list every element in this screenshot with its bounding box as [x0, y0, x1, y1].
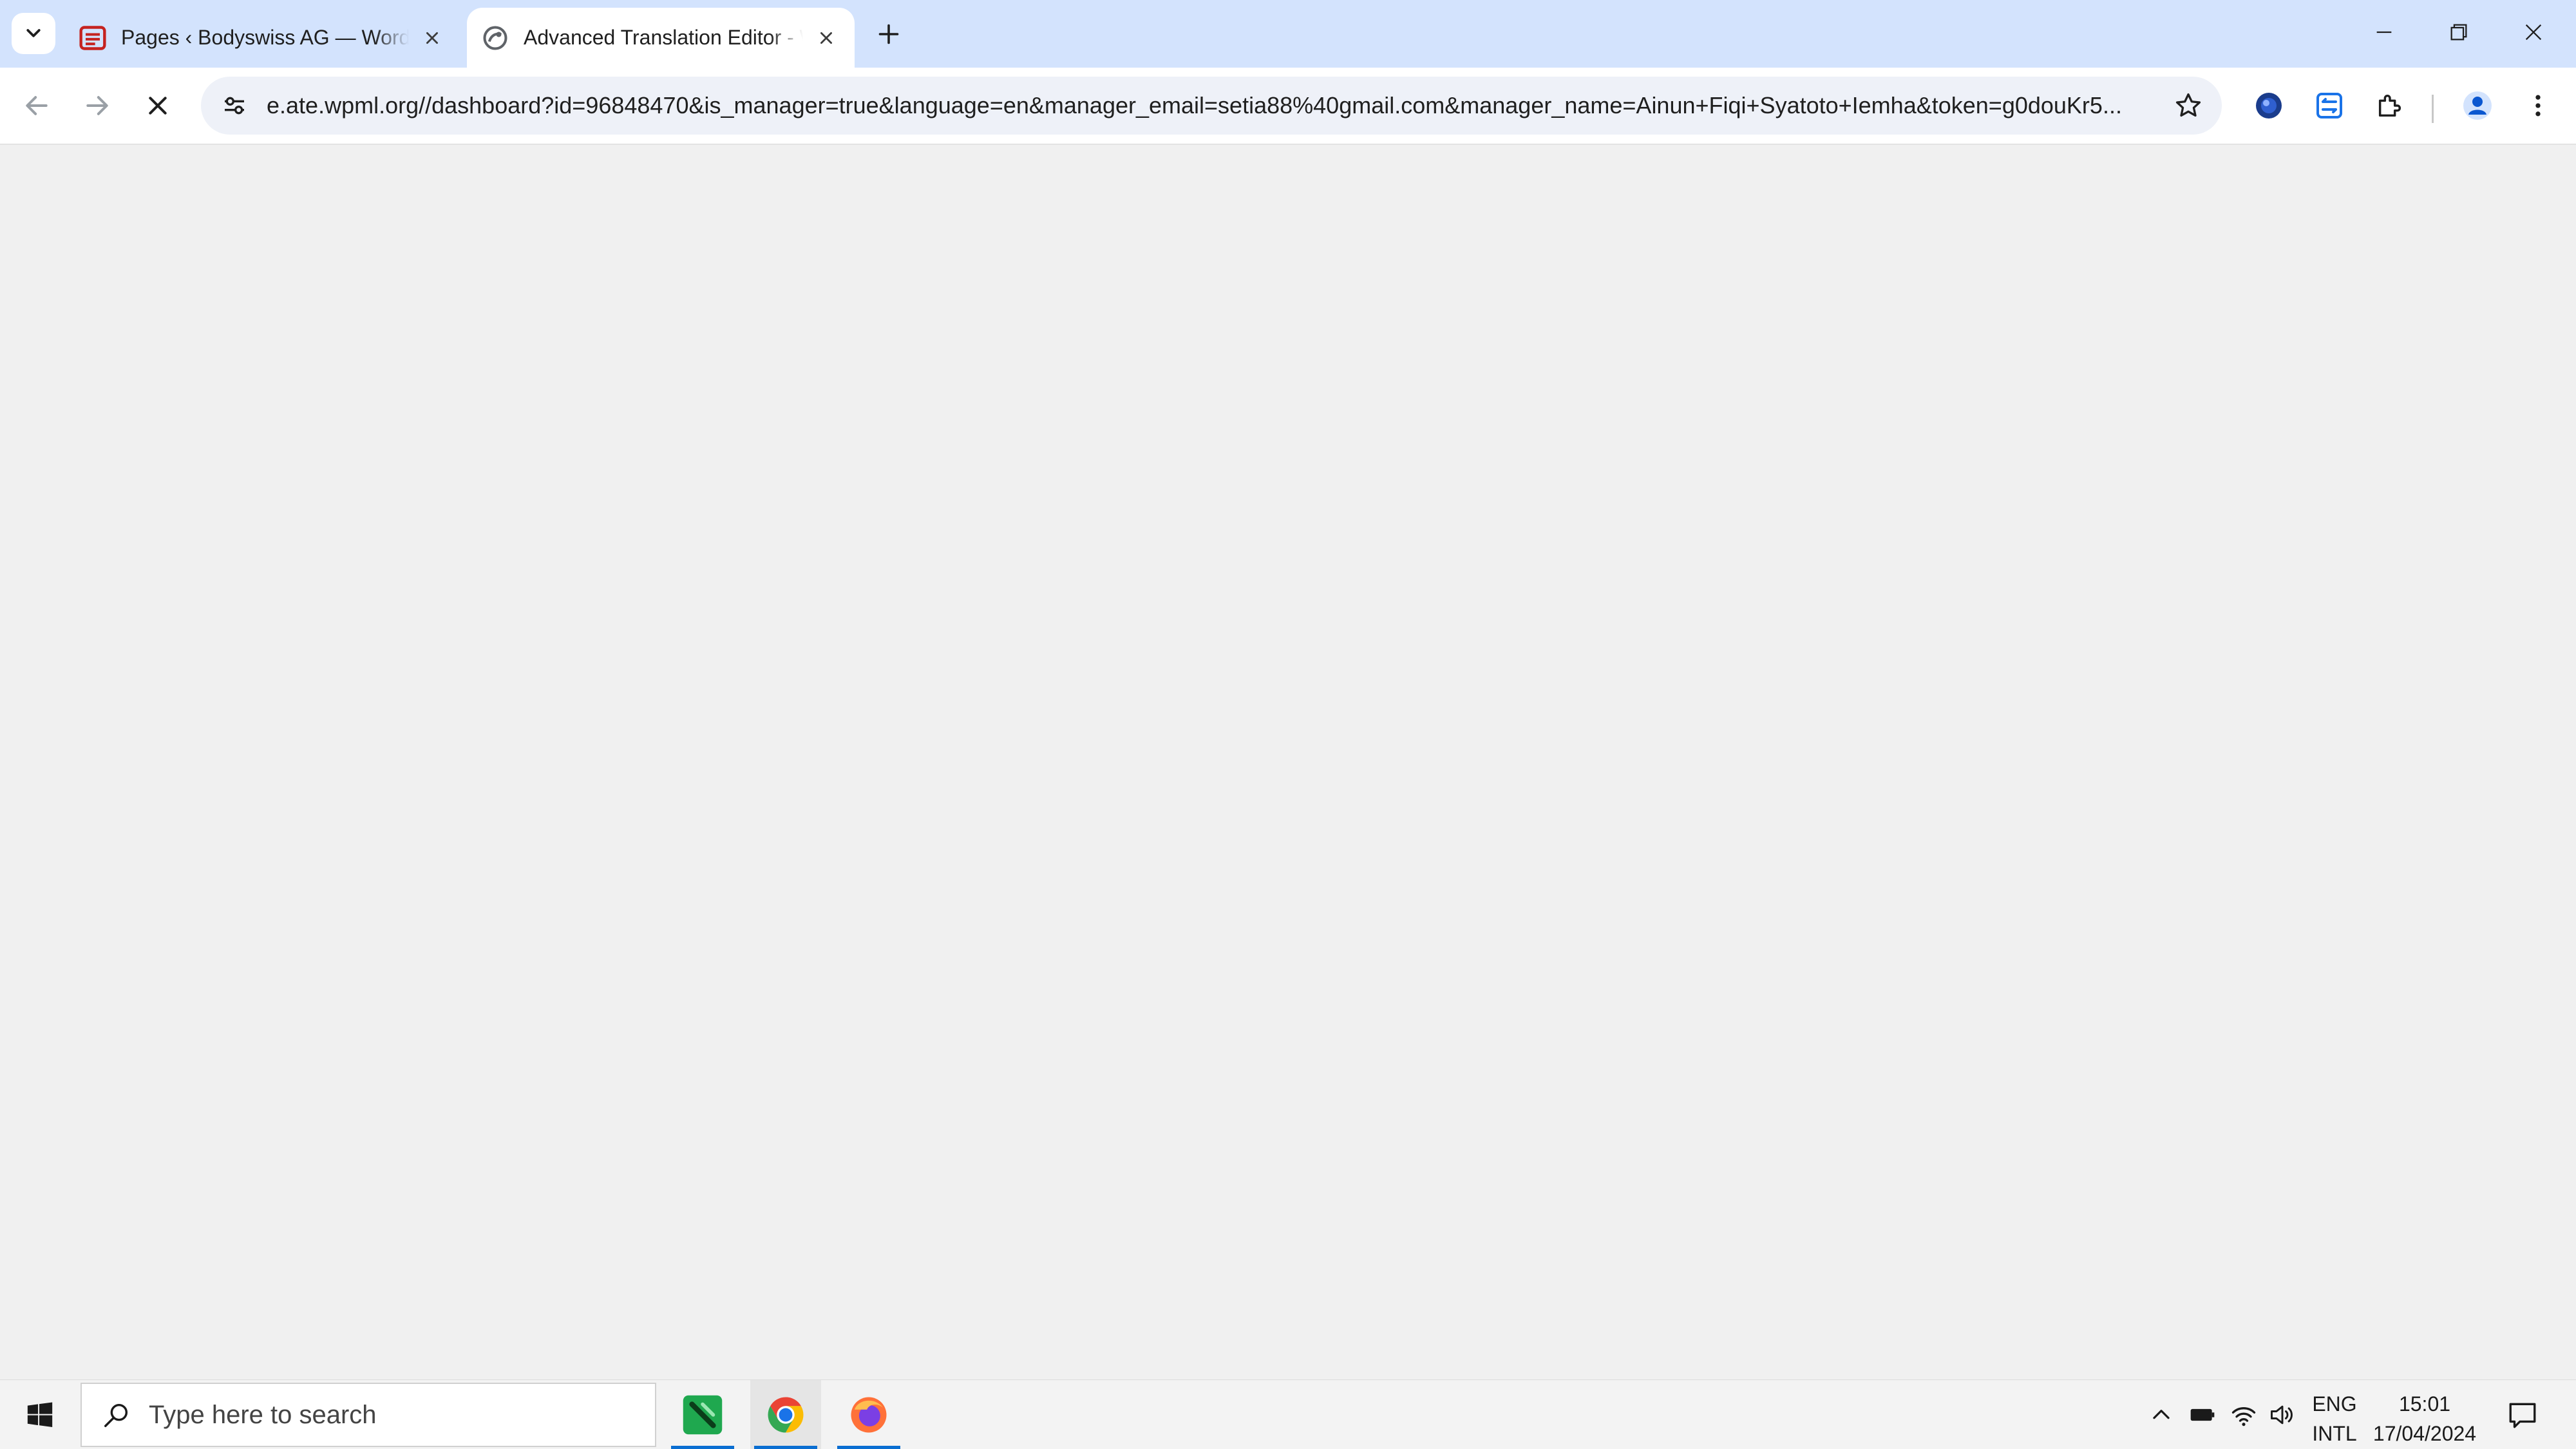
wpml-icon	[481, 24, 509, 52]
browser-toolbar: e.ate.wpml.org//dashboard?id=96848470&is…	[0, 68, 2576, 145]
tab-wordpress-pages[interactable]: Pages ‹ Bodyswiss AG — WordPress	[64, 8, 460, 68]
volume-speaker-icon[interactable]	[2263, 1396, 2302, 1434]
keyboard-layout: INTL	[2312, 1422, 2357, 1445]
running-indicator	[671, 1446, 734, 1449]
site-settings-icon[interactable]	[215, 86, 254, 125]
toolbar-divider	[2432, 95, 2434, 123]
tab-search-button[interactable]	[12, 13, 55, 54]
restore-icon	[2450, 24, 2467, 41]
close-icon	[2525, 24, 2542, 41]
running-indicator	[837, 1446, 900, 1449]
extensions-puzzle-icon[interactable]	[2367, 83, 2412, 128]
language-code: ENG	[2312, 1392, 2357, 1416]
tab-advanced-translation-editor[interactable]: Advanced Translation Editor - WPML	[467, 8, 855, 68]
taskbar-search-box[interactable]: Type here to search	[80, 1383, 656, 1447]
show-hidden-icons-chevron-up-icon[interactable]	[2142, 1396, 2181, 1434]
close-icon	[149, 97, 167, 115]
taskbar-app-firefox[interactable]	[833, 1380, 904, 1449]
clock-date: 17/04/2024	[2372, 1422, 2477, 1445]
taskbar-app-green[interactable]	[667, 1380, 738, 1449]
more-menu-icon[interactable]	[2515, 83, 2561, 128]
extension-translate-icon[interactable]	[2307, 83, 2352, 128]
firefox-icon	[851, 1397, 887, 1433]
tab-close-icon[interactable]	[812, 24, 840, 52]
notification-center-button[interactable]	[2500, 1394, 2545, 1435]
tab-strip: Pages ‹ Bodyswiss AG — WordPress Advance…	[0, 0, 2576, 68]
back-button[interactable]	[14, 83, 59, 128]
clock-time: 15:01	[2398, 1392, 2451, 1416]
chrome-icon	[768, 1397, 804, 1433]
minimize-button[interactable]	[2347, 0, 2421, 64]
page-content-loading	[0, 145, 2576, 1381]
windows-taskbar: Type here to search ENG INTL 15:01 17/04…	[0, 1379, 2576, 1449]
arrow-left-icon	[26, 96, 48, 115]
wordpress-admin-icon	[79, 24, 107, 52]
tab-title: Advanced Translation Editor - WPML	[524, 26, 803, 49]
extension-dark-circle-icon[interactable]	[2246, 83, 2291, 128]
profile-avatar-icon[interactable]	[2455, 83, 2500, 128]
windows-logo-icon	[27, 1402, 53, 1427]
tab-close-icon[interactable]	[418, 24, 446, 52]
close-window-button[interactable]	[2496, 0, 2571, 64]
green-app-icon	[683, 1395, 723, 1435]
bookmark-star-icon[interactable]	[2169, 86, 2208, 125]
new-tab-button[interactable]	[869, 18, 908, 50]
forward-button[interactable]	[75, 83, 120, 128]
running-indicator	[754, 1446, 817, 1449]
network-wifi-icon[interactable]	[2224, 1396, 2263, 1434]
notification-speech-bubble-icon	[2509, 1403, 2536, 1428]
input-language-indicator[interactable]: ENG INTL	[2312, 1389, 2357, 1448]
address-bar[interactable]: e.ate.wpml.org//dashboard?id=96848470&is…	[201, 77, 2222, 135]
arrow-right-icon	[86, 96, 108, 115]
url-text[interactable]: e.ate.wpml.org//dashboard?id=96848470&is…	[267, 92, 2163, 119]
start-button[interactable]	[14, 1389, 66, 1441]
plus-icon	[878, 24, 899, 44]
minimize-icon	[2376, 31, 2392, 33]
taskbar-app-chrome[interactable]	[750, 1380, 821, 1449]
stop-loading-button[interactable]	[135, 83, 180, 128]
search-icon	[99, 1397, 135, 1433]
tab-title: Pages ‹ Bodyswiss AG — WordPress	[121, 26, 409, 49]
screen: Pages ‹ Bodyswiss AG — WordPress Advance…	[0, 0, 2576, 1449]
search-placeholder: Type here to search	[149, 1400, 377, 1429]
chevron-down-icon	[26, 29, 41, 37]
restore-button[interactable]	[2421, 0, 2496, 64]
system-clock[interactable]: 15:01 17/04/2024	[2370, 1389, 2479, 1448]
battery-icon[interactable]	[2183, 1396, 2222, 1434]
